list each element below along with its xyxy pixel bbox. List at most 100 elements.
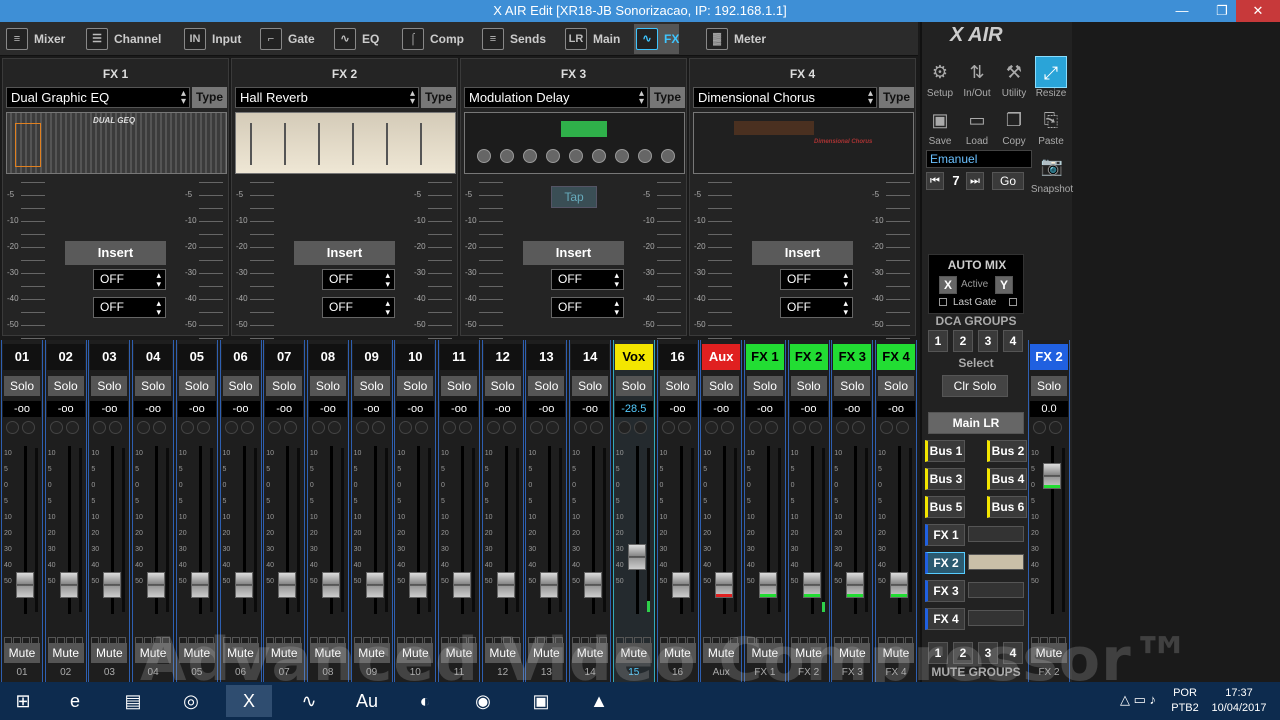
channel-label[interactable]: 10 [396,344,435,370]
clock-time[interactable]: 17:37 [1210,687,1268,699]
layout-label[interactable]: PTB2 [1170,702,1200,714]
fader-handle[interactable] [321,572,340,599]
clock-date[interactable]: 10/04/2017 [1206,702,1272,714]
mute-button[interactable]: Mute [91,643,128,663]
mute-button[interactable]: Mute [222,643,259,663]
solo-button[interactable]: Solo [47,376,84,396]
channel-label[interactable]: FX 3 [833,344,872,370]
knob[interactable] [808,421,822,434]
minimize-button[interactable]: — [1166,0,1198,22]
fader-handle[interactable] [496,572,515,599]
fx-send-button-2[interactable]: FX 2 [925,552,965,574]
bus-button-2[interactable]: Bus 2 [987,440,1027,462]
knob[interactable] [502,421,516,434]
knob[interactable] [852,421,866,434]
channel-label[interactable]: 08 [308,344,347,370]
insert-select-2[interactable]: OFF ▴ ▾ [93,297,166,318]
insert-select-1[interactable]: OFF ▴ ▾ [551,269,624,290]
knob[interactable] [93,421,107,434]
knob[interactable] [546,421,560,434]
knob[interactable] [1033,421,1046,434]
knob[interactable] [153,421,167,434]
fx-type-button[interactable]: Type [192,87,227,108]
spotify-icon[interactable]: ◉ [460,685,506,717]
fx-effect-select[interactable]: Dual Graphic EQ ▴ ▾ [6,87,190,108]
mute-button[interactable]: Mute [4,643,40,663]
channel-label[interactable]: FX 4 [877,344,915,370]
tab-comp[interactable]: ⌠ Comp [400,24,464,54]
channel-label[interactable]: 05 [177,344,216,370]
tab-mixer[interactable]: ≡ Mixer [4,24,65,54]
tab-eq[interactable]: ∿ EQ [332,24,379,54]
automix-y-button[interactable]: Y [995,276,1013,294]
ie-icon[interactable]: e [52,685,98,717]
fx-type-button[interactable]: Type [421,87,456,108]
mute-button[interactable]: Mute [353,643,390,663]
bus-button-1[interactable]: Bus 1 [925,440,965,462]
fader-handle[interactable] [890,572,908,599]
fx-thumbnail[interactable] [235,112,456,174]
knob[interactable] [137,421,151,434]
insert-button[interactable]: Insert [752,241,853,265]
tab-channel[interactable]: ☰ Channel [84,24,161,54]
folder-icon[interactable]: ▭ [961,104,993,136]
tab-main[interactable]: LR Main [563,24,620,54]
audition-icon[interactable]: Au [344,685,390,717]
solo-button[interactable]: Solo [878,376,914,396]
knob[interactable] [22,421,35,434]
fader-handle[interactable] [715,572,734,599]
channel-label[interactable]: 11 [440,344,478,370]
knob[interactable] [415,421,429,434]
solo-button[interactable]: Solo [834,376,871,396]
fader-handle[interactable] [584,572,603,599]
solo-button[interactable]: Solo [135,376,172,396]
remote-icon[interactable]: ▣ [518,685,564,717]
fader-handle[interactable] [234,572,253,599]
copy-icon[interactable]: ❐ [998,104,1030,136]
close-button[interactable]: ✕ [1236,0,1280,22]
tab-fx[interactable]: ∿ FX [634,24,680,54]
solo-button[interactable]: Solo [266,376,303,396]
channel-label[interactable]: 04 [134,344,173,370]
resize-icon[interactable]: ⤢ [1035,56,1067,88]
knob[interactable] [371,421,385,434]
fader-handle[interactable] [540,572,559,599]
fader-handle[interactable] [802,572,821,599]
knob[interactable] [49,421,63,434]
fx-thumbnail[interactable] [464,112,685,174]
prev-scene-button[interactable]: ⏮ [926,172,944,190]
bus-button-4[interactable]: Bus 4 [987,468,1027,490]
fader-handle[interactable] [365,572,384,599]
scene-name-field[interactable]: Emanuel [926,150,1032,168]
tab-sends[interactable]: ≡ Sends [480,24,546,54]
solo-button[interactable]: Solo [703,376,740,396]
insert-button[interactable]: Insert [294,241,395,265]
knob[interactable] [399,421,413,434]
knob[interactable] [574,421,588,434]
solo-button[interactable]: Solo [4,376,40,396]
insert-select-1[interactable]: OFF ▴ ▾ [93,269,166,290]
knob[interactable] [590,421,604,434]
mute-button[interactable]: Mute [878,643,914,663]
tab-gate[interactable]: ⌐ Gate [258,24,315,54]
channel-label[interactable]: 02 [46,344,85,370]
go-button[interactable]: Go [992,172,1024,190]
meter-app-icon[interactable]: ∿ [286,685,332,717]
knob[interactable] [836,421,850,434]
knob[interactable] [196,421,210,434]
channel-label[interactable]: 13 [527,344,566,370]
fader-handle[interactable] [190,572,209,599]
channel-label[interactable]: FX 2 [789,344,828,370]
gear-icon[interactable]: ⚙ [924,56,956,88]
knob[interactable] [327,421,341,434]
mute-button[interactable]: Mute [178,643,215,663]
dca-button-2[interactable]: 2 [953,330,973,352]
mute-group-button-1[interactable]: 1 [928,642,948,664]
save-icon[interactable]: ▣ [924,104,956,136]
inout-icon[interactable]: ⇅ [961,56,993,88]
knob[interactable] [896,421,909,434]
protools-icon[interactable]: ◐ [402,685,448,717]
fader-handle[interactable] [409,572,428,599]
maximize-button[interactable]: ❐ [1206,0,1238,22]
channel-label[interactable]: Aux [702,344,741,370]
